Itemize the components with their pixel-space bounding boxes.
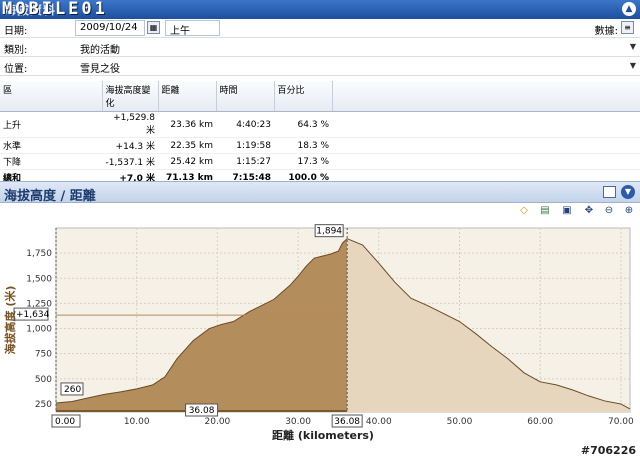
table-cell: +14.3 米 <box>102 137 158 154</box>
calendar-icon[interactable]: ▦ <box>147 21 160 34</box>
x-axis-label: 距離 (kilometers) <box>272 428 374 442</box>
table-cell: 1:19:58 <box>216 137 274 154</box>
y-axis-label: 海拔高度 (米) <box>3 286 17 355</box>
table-cell: 25.42 km <box>158 153 216 170</box>
data-menu-icon[interactable]: ≡ <box>621 21 634 34</box>
x-tick-label: 30.00 <box>285 417 311 427</box>
table-cell: 64.3 % <box>274 111 332 138</box>
x-tick-label: 10.00 <box>124 417 150 427</box>
save-icon[interactable]: ▣ <box>560 204 574 218</box>
chart-icon[interactable]: ▤ <box>538 204 552 218</box>
reference-value-label: +1,634 <box>16 310 50 320</box>
table-cell: 17.3 % <box>274 153 332 170</box>
summary-table: 區 海拔高度變化 距離 時間 百分比 上升 +1,529.8 米 23.36 k… <box>0 81 640 186</box>
cursor-value-label: 1,894 <box>316 227 342 237</box>
column-header[interactable]: 距離 <box>158 81 217 112</box>
table-cell <box>332 153 640 170</box>
column-header[interactable]: 百分比 <box>274 81 333 112</box>
table-cell: 上升 <box>0 111 102 138</box>
table-cell: 18.3 % <box>274 137 332 154</box>
table-cell: 23.36 km <box>158 111 216 138</box>
category-select[interactable]: 我的活動 <box>75 39 625 56</box>
table-row[interactable]: 水準 +14.3 米 22.35 km 1:19:58 18.3 % <box>0 137 640 154</box>
crosshair-icon[interactable]: ✥ <box>582 204 596 218</box>
watermark-text: #706226 <box>580 444 636 457</box>
collapse-icon[interactable]: ▼ <box>621 185 635 199</box>
x-tick-label: 50.00 <box>447 417 473 427</box>
chevron-down-icon[interactable]: ▼ <box>630 61 636 70</box>
column-header[interactable]: 區 <box>0 81 103 112</box>
x-tick-label: 60.00 <box>527 417 553 427</box>
x-tick-label: 70.00 <box>608 417 634 427</box>
column-header[interactable]: 海拔高度變化 <box>102 81 159 112</box>
table-cell: 1:15:27 <box>216 153 274 170</box>
date-label: 日期: <box>4 26 28 37</box>
y-tick-label: 1,000 <box>26 325 52 335</box>
axis-start-label: 0.00 <box>55 417 75 427</box>
cursor-x-label: 36.08 <box>334 417 360 427</box>
diamond-icon[interactable]: ◇ <box>517 204 531 218</box>
y-axis: 2505007501,0001,2501,5001,750 <box>26 249 52 410</box>
table-cell <box>332 111 640 138</box>
title-bar: 海拔資料 MOBILE01 ▲ <box>0 0 640 19</box>
category-label: 類別: <box>4 45 28 56</box>
x-axis: 10.00 20.00 30.00 40.00 50.00 60.00 70.00 <box>124 417 634 427</box>
table-cell: 下降 <box>0 153 102 170</box>
y-tick-label: 750 <box>35 350 52 360</box>
date-field[interactable]: 2009/10/24 <box>75 20 145 36</box>
location-label: 位置: <box>4 64 28 75</box>
y-tick-label: 250 <box>35 400 52 410</box>
chart-panel-title: 海拔高度 / 距離 <box>4 189 96 204</box>
chart-panel-header: 海拔高度 / 距離 ▼ <box>0 181 640 204</box>
column-header-empty <box>332 81 640 112</box>
table-row[interactable]: 上升 +1,529.8 米 23.36 km 4:40:23 64.3 % <box>0 111 640 138</box>
x-tick-label: 40.00 <box>366 417 392 427</box>
x-tick-label: 20.00 <box>205 417 231 427</box>
y-tick-label: 500 <box>35 375 52 385</box>
location-row: 位置: 雪見之役 ▼ <box>0 57 640 76</box>
chart-toolbar: ◇ ▤ ▣ ✥ ⊖ ⊕ <box>0 204 640 218</box>
date-row: 日期: 2009/10/24 ▦ 上午 06:53 數據: ≡ <box>0 19 640 48</box>
window-icon[interactable] <box>603 186 616 198</box>
time-field[interactable]: 上午 06:53 <box>165 20 220 48</box>
table-cell: 22.35 km <box>158 137 216 154</box>
y-tick-label: 1,500 <box>26 274 52 284</box>
collapse-icon[interactable]: ▲ <box>622 2 636 16</box>
table-row[interactable]: 下降 -1,537.1 米 25.42 km 1:15:27 17.3 % <box>0 153 640 170</box>
mobile01-logo: MOBILE01 <box>2 0 108 19</box>
chevron-down-icon[interactable]: ▼ <box>630 42 636 51</box>
column-header[interactable]: 時間 <box>216 81 275 112</box>
location-select[interactable]: 雪見之役 <box>75 58 625 75</box>
table-cell: 4:40:23 <box>216 111 274 138</box>
selection-end-label: 36.08 <box>189 406 215 416</box>
y-tick-label: 1,750 <box>26 249 52 259</box>
zoom-out-icon[interactable]: ⊖ <box>602 204 616 218</box>
table-cell: -1,537.1 米 <box>102 153 158 170</box>
category-row: 類別: 我的活動 ▼ <box>0 38 640 57</box>
table-cell <box>332 137 640 154</box>
elevation-chart[interactable]: 2505007501,0001,2501,5001,750 10.00 20.00… <box>0 218 640 458</box>
table-cell: +1,529.8 米 <box>102 111 158 138</box>
start-value-label: 260 <box>64 385 81 395</box>
data-label: 數據: <box>594 26 618 37</box>
table-cell: 水準 <box>0 137 102 154</box>
zoom-in-icon[interactable]: ⊕ <box>622 204 636 218</box>
